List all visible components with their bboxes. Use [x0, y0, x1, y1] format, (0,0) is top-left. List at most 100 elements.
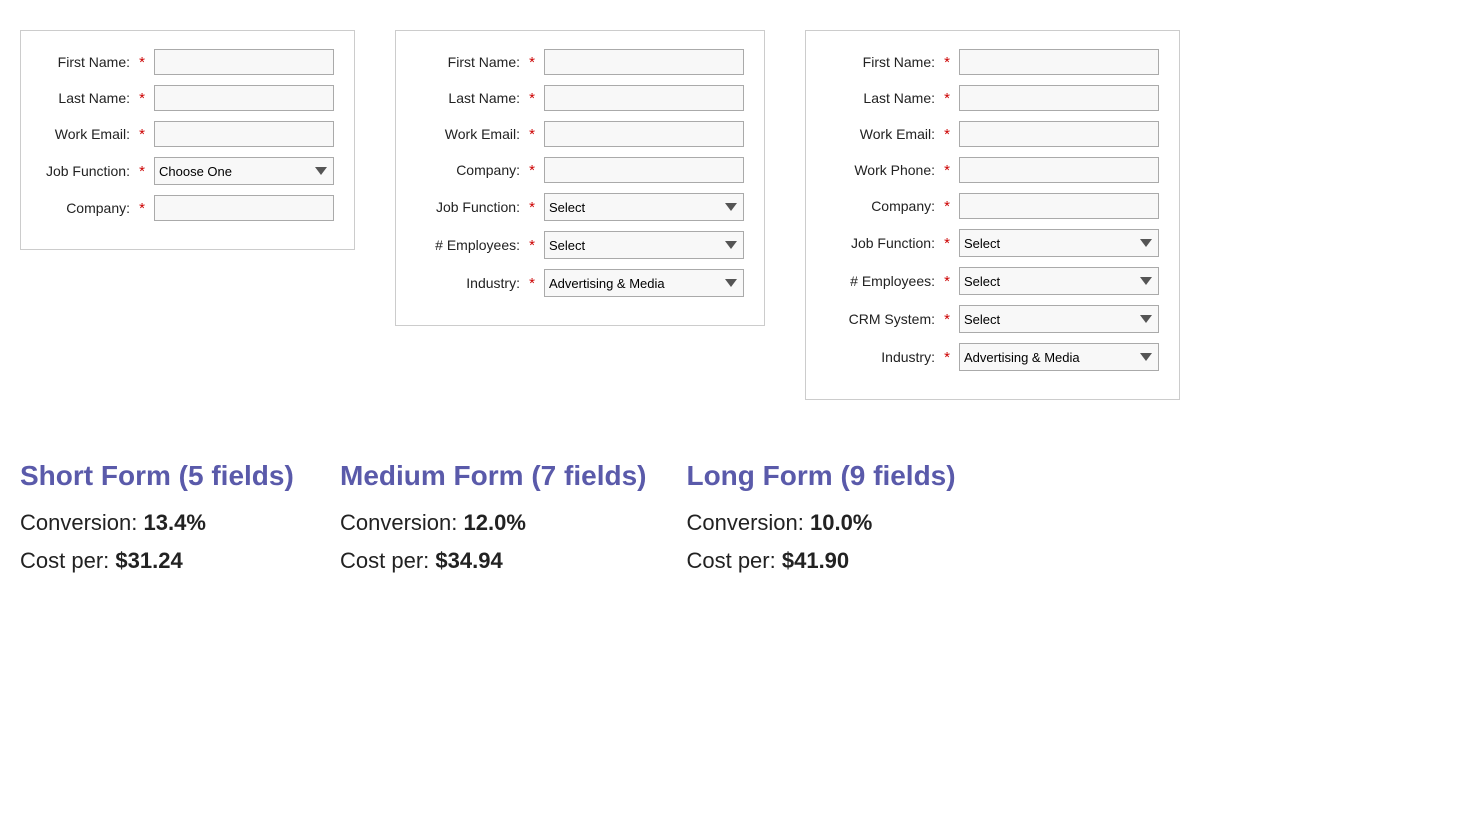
company-label-medium: Company:	[416, 162, 526, 178]
form-row-industry-medium: Industry: * Advertising & Media Technolo…	[416, 269, 744, 297]
medium-form-title: Medium Form (7 fields)	[340, 460, 646, 492]
employees-select-long[interactable]: Select 1-10 11-50 51-200 201-1000 1000+	[959, 267, 1159, 295]
form-row-email-long: Work Email: *	[826, 121, 1159, 147]
medium-conversion-label: Conversion:	[340, 510, 457, 535]
form-row-jobfunction-short: Job Function: * Choose One Marketing Sal…	[41, 157, 334, 185]
employees-label-medium: # Employees:	[416, 237, 526, 253]
short-form-title: Short Form (5 fields)	[20, 460, 300, 492]
short-cost-row: Cost per: $31.24	[20, 548, 300, 574]
crm-label-long: CRM System:	[826, 311, 941, 327]
short-form-summary: Short Form (5 fields) Conversion: 13.4% …	[20, 460, 300, 586]
firstname-input-long[interactable]	[959, 49, 1159, 75]
medium-conversion-value: 12.0%	[464, 510, 526, 535]
form-row-firstname-short: First Name: *	[41, 49, 334, 75]
company-label-long: Company:	[826, 198, 941, 214]
long-form-summary: Long Form (9 fields) Conversion: 10.0% C…	[686, 460, 966, 586]
required-star: *	[526, 126, 538, 143]
form-row-lastname-long: Last Name: *	[826, 85, 1159, 111]
employees-label-long: # Employees:	[826, 273, 941, 289]
required-star: *	[941, 126, 953, 143]
medium-form-summary: Medium Form (7 fields) Conversion: 12.0%…	[340, 460, 646, 586]
lastname-label-medium: Last Name:	[416, 90, 526, 106]
form-row-company-medium: Company: *	[416, 157, 744, 183]
company-input-medium[interactable]	[544, 157, 744, 183]
form-row-lastname-short: Last Name: *	[41, 85, 334, 111]
form-row-firstname-long: First Name: *	[826, 49, 1159, 75]
industry-label-long: Industry:	[826, 349, 941, 365]
long-conversion-value: 10.0%	[810, 510, 872, 535]
company-input-short[interactable]	[154, 195, 334, 221]
firstname-label-long: First Name:	[826, 54, 941, 70]
long-cost-label: Cost per:	[686, 548, 775, 573]
jobfunction-label-short: Job Function:	[41, 163, 136, 179]
lastname-input-short[interactable]	[154, 85, 334, 111]
firstname-input-medium[interactable]	[544, 49, 744, 75]
form-row-phone-long: Work Phone: *	[826, 157, 1159, 183]
form-row-industry-long: Industry: * Advertising & Media Technolo…	[826, 343, 1159, 371]
firstname-label-short: First Name:	[41, 54, 136, 70]
medium-form-card: First Name: * Last Name: * Work Email: *…	[395, 30, 765, 326]
short-conversion-value: 13.4%	[144, 510, 206, 535]
forms-section: First Name: * Last Name: * Work Email: *…	[20, 30, 1446, 400]
industry-select-medium[interactable]: Advertising & Media Technology Finance H…	[544, 269, 744, 297]
jobfunction-select-medium[interactable]: Select Marketing Sales IT	[544, 193, 744, 221]
email-input-medium[interactable]	[544, 121, 744, 147]
required-star: *	[526, 199, 538, 216]
form-row-jobfunction-medium: Job Function: * Select Marketing Sales I…	[416, 193, 744, 221]
short-cost-value: $31.24	[115, 548, 182, 573]
required-star: *	[941, 198, 953, 215]
company-input-long[interactable]	[959, 193, 1159, 219]
long-cost-row: Cost per: $41.90	[686, 548, 966, 574]
phone-input-long[interactable]	[959, 157, 1159, 183]
lastname-label-long: Last Name:	[826, 90, 941, 106]
crm-select-long[interactable]: Select Salesforce HubSpot Microsoft Dyna…	[959, 305, 1159, 333]
jobfunction-select-long[interactable]: Select Marketing Sales IT	[959, 229, 1159, 257]
required-star: *	[526, 90, 538, 107]
short-form-card: First Name: * Last Name: * Work Email: *…	[20, 30, 355, 250]
required-star: *	[941, 90, 953, 107]
required-star: *	[526, 162, 538, 179]
jobfunction-label-medium: Job Function:	[416, 199, 526, 215]
required-star: *	[136, 54, 148, 71]
employees-select-medium[interactable]: Select 1-10 11-50 51-200 201-1000 1000+	[544, 231, 744, 259]
required-star: *	[526, 275, 538, 292]
medium-cost-label: Cost per:	[340, 548, 429, 573]
medium-cost-value: $34.94	[435, 548, 502, 573]
email-input-short[interactable]	[154, 121, 334, 147]
form-row-email-short: Work Email: *	[41, 121, 334, 147]
company-label-short: Company:	[41, 200, 136, 216]
short-conversion-label: Conversion:	[20, 510, 137, 535]
email-label-short: Work Email:	[41, 126, 136, 142]
required-star: *	[941, 349, 953, 366]
required-star: *	[526, 54, 538, 71]
form-row-lastname-medium: Last Name: *	[416, 85, 744, 111]
short-cost-label: Cost per:	[20, 548, 109, 573]
jobfunction-select-short[interactable]: Choose One Marketing Sales IT Finance HR	[154, 157, 334, 185]
required-star: *	[941, 273, 953, 290]
form-row-email-medium: Work Email: *	[416, 121, 744, 147]
lastname-input-long[interactable]	[959, 85, 1159, 111]
medium-cost-row: Cost per: $34.94	[340, 548, 646, 574]
phone-label-long: Work Phone:	[826, 162, 941, 178]
form-row-crm-long: CRM System: * Select Salesforce HubSpot …	[826, 305, 1159, 333]
firstname-input-short[interactable]	[154, 49, 334, 75]
required-star: *	[136, 163, 148, 180]
required-star: *	[136, 90, 148, 107]
industry-label-medium: Industry:	[416, 275, 526, 291]
email-label-long: Work Email:	[826, 126, 941, 142]
short-conversion-row: Conversion: 13.4%	[20, 510, 300, 536]
email-label-medium: Work Email:	[416, 126, 526, 142]
form-row-company-short: Company: *	[41, 195, 334, 221]
lastname-label-short: Last Name:	[41, 90, 136, 106]
email-input-long[interactable]	[959, 121, 1159, 147]
required-star: *	[526, 237, 538, 254]
form-row-company-long: Company: *	[826, 193, 1159, 219]
lastname-input-medium[interactable]	[544, 85, 744, 111]
long-cost-value: $41.90	[782, 548, 849, 573]
required-star: *	[941, 311, 953, 328]
jobfunction-label-long: Job Function:	[826, 235, 941, 251]
required-star: *	[941, 54, 953, 71]
industry-select-long[interactable]: Advertising & Media Technology Finance H…	[959, 343, 1159, 371]
long-conversion-label: Conversion:	[686, 510, 803, 535]
form-row-firstname-medium: First Name: *	[416, 49, 744, 75]
